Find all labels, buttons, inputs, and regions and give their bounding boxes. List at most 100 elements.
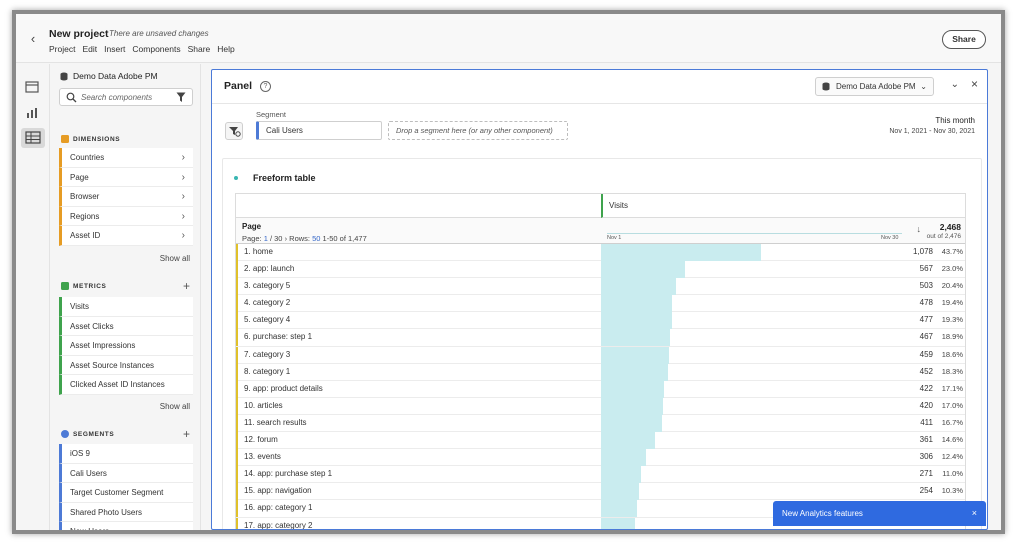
metric-item[interactable]: Visits (59, 297, 193, 317)
menu-project[interactable]: Project (49, 44, 75, 54)
row-label[interactable]: 15. app: navigation (236, 483, 601, 501)
row-label[interactable]: 10. articles (236, 397, 601, 415)
segment-filter-button[interactable] (225, 122, 243, 140)
metric-item[interactable]: Asset Clicks (59, 316, 193, 336)
row-value: 478 (919, 298, 933, 308)
back-button[interactable]: ‹ (26, 31, 40, 47)
row-bar (601, 295, 672, 313)
add-segment-icon[interactable]: + (183, 428, 190, 440)
panel-title[interactable]: Panel (224, 80, 252, 92)
table-row[interactable]: 10. articles 420 17.0% (236, 397, 965, 415)
database-icon (60, 72, 68, 80)
date-range-label[interactable]: This month (935, 116, 975, 125)
dimension-item[interactable]: Page › (59, 167, 193, 187)
row-label[interactable]: 14. app: purchase step 1 (236, 466, 601, 484)
panels-icon[interactable] (25, 80, 41, 94)
date-range-value[interactable]: Nov 1, 2021 - Nov 30, 2021 (889, 128, 975, 135)
row-value: 459 (919, 349, 933, 359)
table-row[interactable]: 3. category 5 503 20.4% (236, 278, 965, 296)
segment-item[interactable]: Target Customer Segment (59, 483, 193, 503)
segment-item[interactable]: iOS 9 (59, 444, 193, 464)
segment-item[interactable]: Shared Photo Users (59, 502, 193, 522)
chevron-right-icon: › (181, 152, 185, 163)
table-row[interactable]: 14. app: purchase step 1 271 11.0% (236, 466, 965, 484)
row-label[interactable]: 11. search results (236, 414, 601, 432)
dimension-item[interactable]: Regions › (59, 206, 193, 226)
row-percent: 12.4% (941, 452, 963, 462)
row-bar (601, 380, 664, 398)
metrics-icon (61, 282, 69, 290)
chevron-down-icon: ⌄ (920, 82, 927, 91)
row-label[interactable]: 4. category 2 (236, 295, 601, 313)
row-label[interactable]: 5. category 4 (236, 312, 601, 330)
filter-icon[interactable] (176, 92, 186, 103)
metric-column-header[interactable]: Visits (601, 194, 965, 218)
row-bar (601, 312, 672, 330)
menu-help[interactable]: Help (217, 44, 234, 54)
row-label[interactable]: 9. app: product details (236, 380, 601, 398)
collapse-panel-icon[interactable]: ⌄ (951, 79, 959, 90)
menu-insert[interactable]: Insert (104, 44, 125, 54)
close-toast-icon[interactable]: × (972, 501, 977, 526)
rows-per-page[interactable]: 50 (312, 234, 320, 243)
metric-item[interactable]: Clicked Asset ID Instances (59, 375, 193, 395)
table-row[interactable]: 9. app: product details 422 17.1% (236, 380, 965, 398)
report-suite-label[interactable]: Demo Data Adobe PM (60, 71, 158, 81)
segments-list: iOS 9 Cali Users Target Customer Segment… (59, 444, 193, 530)
metric-item[interactable]: Asset Source Instances (59, 355, 193, 375)
row-percent: 19.3% (941, 315, 963, 325)
table-row[interactable]: 5. category 4 477 19.3% (236, 312, 965, 330)
table-row[interactable]: 12. forum 361 14.6% (236, 432, 965, 450)
metric-item[interactable]: Asset Impressions (59, 336, 193, 356)
row-label[interactable]: 3. category 5 (236, 278, 601, 296)
menu-share[interactable]: Share (188, 44, 211, 54)
segment-item[interactable]: New Users (59, 522, 193, 530)
table-row[interactable]: 8. category 1 452 18.3% (236, 363, 965, 381)
components-icon[interactable] (21, 128, 45, 148)
close-panel-icon[interactable]: × (971, 77, 978, 91)
row-label[interactable]: 17. app: category 2 (236, 517, 601, 529)
table-row[interactable]: 15. app: navigation 254 10.3% (236, 483, 965, 501)
table-row[interactable]: 6. purchase: step 1 467 18.9% (236, 329, 965, 347)
dimension-name[interactable]: Page (242, 222, 261, 231)
add-metric-icon[interactable]: + (183, 280, 190, 292)
new-features-toast[interactable]: New Analytics features × (773, 501, 986, 526)
table-row[interactable]: 4. category 2 478 19.4% (236, 295, 965, 313)
dimension-item[interactable]: Browser › (59, 187, 193, 207)
segment-chip-cali-users[interactable]: Cali Users (256, 121, 382, 140)
metrics-show-all[interactable]: Show all (160, 402, 190, 411)
share-button[interactable]: Share (942, 30, 986, 49)
row-label[interactable]: 8. category 1 (236, 363, 601, 381)
row-bar (601, 466, 642, 484)
report-suite-dropdown[interactable]: Demo Data Adobe PM ⌄ (815, 77, 934, 96)
page-number[interactable]: 1 (264, 234, 268, 243)
row-label[interactable]: 13. events (236, 449, 601, 467)
project-title[interactable]: New project (49, 28, 109, 40)
dimension-item[interactable]: Asset ID › (59, 226, 193, 246)
row-label[interactable]: 12. forum (236, 432, 601, 450)
row-label[interactable]: 7. category 3 (236, 346, 601, 364)
table-row[interactable]: 11. search results 411 16.7% (236, 414, 965, 433)
table-row[interactable]: 1. home 1,078 43.7% (236, 244, 965, 262)
row-label[interactable]: 16. app: category 1 (236, 500, 601, 518)
row-label[interactable]: 6. purchase: step 1 (236, 329, 601, 347)
table-row[interactable]: 7. category 3 459 18.6% (236, 346, 965, 364)
segment-item[interactable]: Cali Users (59, 463, 193, 483)
table-row[interactable]: 2. app: launch 567 23.0% (236, 261, 965, 279)
search-components-input[interactable]: Search components (59, 88, 193, 106)
help-icon[interactable]: ? (260, 81, 271, 92)
row-label[interactable]: 2. app: launch (236, 261, 601, 279)
menu-components[interactable]: Components (132, 44, 180, 54)
row-value: 1,078 (912, 247, 933, 256)
segment-drop-zone[interactable]: Drop a segment here (or any other compon… (388, 121, 568, 140)
search-placeholder: Search components (81, 93, 153, 102)
row-label[interactable]: 1. home (236, 244, 601, 261)
freeform-table-title[interactable]: Freeform table (253, 173, 316, 183)
next-page-icon[interactable]: › (285, 234, 288, 243)
menu-edit[interactable]: Edit (82, 44, 97, 54)
table-row[interactable]: 13. events 306 12.4% (236, 449, 965, 467)
dimension-item[interactable]: Countries › (59, 148, 193, 168)
visualizations-icon[interactable] (25, 106, 41, 120)
sort-descending-icon[interactable]: ↓ (917, 224, 922, 234)
dimensions-show-all[interactable]: Show all (160, 254, 190, 263)
